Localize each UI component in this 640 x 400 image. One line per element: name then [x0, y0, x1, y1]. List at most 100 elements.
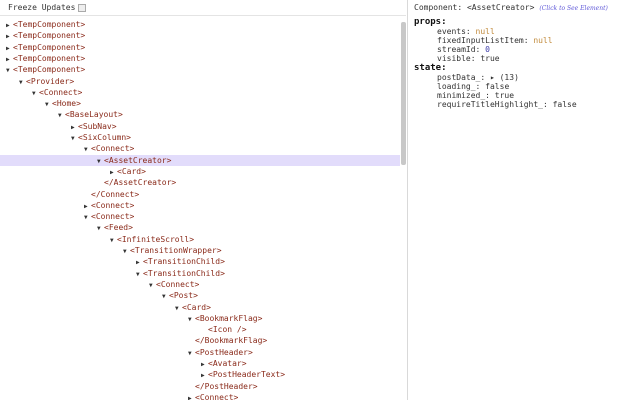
detail-entry[interactable]: postData_: ▸ (13): [437, 73, 519, 82]
tree-node[interactable]: ▶ <TempComponent>: [0, 53, 400, 64]
detail-header: Component: <AssetCreator> (Click to See E…: [414, 3, 608, 12]
tree-node-tag: <Provider>: [26, 76, 75, 86]
detail-panel: Component: <AssetCreator> (Click to See E…: [414, 0, 634, 400]
see-element-link[interactable]: (Click to See Element): [539, 5, 607, 12]
entry-key: requireTitleHighlight_:: [437, 100, 553, 109]
tree-node-tag: <Connect>: [91, 144, 135, 154]
component-prefix: Component:: [414, 3, 467, 12]
entry-value: true: [494, 91, 515, 100]
tree-node[interactable]: ▼ <TransitionWrapper>: [0, 245, 400, 256]
tree-node[interactable]: ▼ <BaseLayout>: [0, 109, 400, 120]
tree-node[interactable]: ▼ <Card>: [0, 302, 400, 313]
tree-node[interactable]: ▶ <Card>: [0, 166, 400, 177]
tree-node-tag: <Connect>: [195, 392, 239, 400]
tree-node-tag: <Icon />: [208, 325, 247, 335]
entry-value: null: [533, 36, 553, 45]
tree-node-tag: <TempComponent>: [13, 20, 86, 29]
tree-node[interactable]: ▼ <TempComponent>: [0, 64, 400, 75]
entry-value: 0: [485, 45, 490, 54]
tree-node-tag: <Connect>: [39, 87, 83, 97]
tree-node-tag: <TempComponent>: [13, 31, 86, 41]
tree-node-tag: <Avatar>: [208, 359, 247, 368]
tree-node-tag: <TransitionChild>: [143, 257, 225, 267]
tree-node-tag: <Card>: [117, 166, 146, 176]
entry-key: minimized_:: [437, 91, 495, 100]
tree-node-tag: <Connect>: [91, 212, 135, 222]
tree-node-tag: <Home>: [52, 99, 81, 109]
tree-node[interactable]: ▼ <Connect>: [0, 87, 400, 98]
entry-key: postData_:: [437, 73, 490, 82]
tree-node[interactable]: ▼ <Connect>: [0, 143, 400, 154]
tree-node[interactable]: ▼ <Connect>: [0, 211, 400, 222]
tree-node-tag: <AssetCreator>: [104, 155, 172, 165]
tree-node-tag: <TempComponent>: [13, 65, 86, 75]
panel-divider[interactable]: [407, 0, 408, 400]
tree-node[interactable]: ▼ <Post>: [0, 290, 400, 301]
entry-value: true: [480, 54, 500, 63]
entry-value: ▸ (13): [489, 73, 519, 82]
tree-node-tag: <TempComponent>: [13, 53, 86, 63]
entry-value: null: [475, 27, 495, 36]
tree-node[interactable]: ▶ <Connect>: [0, 200, 400, 211]
tree-node-tag: <Card>: [182, 302, 211, 312]
tree-node[interactable]: ▶ <PostHeaderText>: [0, 369, 400, 380]
tree-node[interactable]: ▶ <TempComponent>: [0, 30, 400, 41]
tree-node[interactable]: </PostHeader>: [0, 381, 400, 392]
tree-node[interactable]: ▼ <AssetCreator>: [0, 154, 400, 166]
entry-key: fixedInputListItem:: [437, 36, 534, 45]
tree-node-tag: <PostHeaderText>: [208, 370, 286, 380]
detail-entry[interactable]: requireTitleHighlight_: false: [437, 100, 577, 109]
detail-entry[interactable]: streamId: 0: [437, 45, 490, 54]
tree-node-tag: <BaseLayout>: [65, 110, 123, 120]
tree-node[interactable]: </BookmarkFlag>: [0, 335, 400, 346]
state-heading: state:: [414, 63, 447, 73]
detail-entry[interactable]: fixedInputListItem: null: [437, 36, 553, 45]
tree-node[interactable]: ▶ <TransitionChild>: [0, 256, 400, 267]
detail-entry[interactable]: visible: true: [437, 54, 500, 63]
tree-node[interactable]: </Connect>: [0, 189, 400, 200]
tree-node-tag: <Post>: [169, 291, 198, 301]
component-name: <AssetCreator>: [466, 3, 535, 12]
entry-value: false: [485, 82, 510, 91]
tree-node-tag: </AssetCreator>: [104, 178, 177, 188]
expand-arrow-icon[interactable]: ▶: [188, 393, 195, 400]
tree-node[interactable]: ▶ <TempComponent>: [0, 19, 400, 30]
props-heading: props:: [414, 17, 447, 27]
tree-node-tag: </Connect>: [91, 189, 140, 199]
entry-key: visible:: [437, 54, 481, 63]
tree-node-tag: </PostHeader>: [195, 381, 258, 391]
tree-node[interactable]: ▼ <TransitionChild>: [0, 268, 400, 279]
entry-key: loading_:: [437, 82, 486, 91]
tree-node[interactable]: ▼ <Connect>: [0, 279, 400, 290]
detail-entry[interactable]: events: null: [437, 27, 495, 36]
tree-node[interactable]: ▶ <SubNav>: [0, 121, 400, 132]
tree-node[interactable]: ▼ <InfiniteScroll>: [0, 234, 400, 245]
tree-node[interactable]: <Icon />: [0, 324, 400, 335]
tree-scrollbar[interactable]: [401, 22, 406, 165]
tree-node-tag: <SubNav>: [78, 121, 117, 131]
tree-node[interactable]: ▼ <Home>: [0, 98, 400, 109]
tree-node-tag: <TransitionChild>: [143, 268, 225, 278]
tree-node-tag: <InfiniteScroll>: [117, 234, 195, 244]
freeze-updates-label: Freeze Updates: [8, 3, 76, 12]
tree-node-tag: <PostHeader>: [195, 347, 253, 357]
tree-node[interactable]: ▼ <BookmarkFlag>: [0, 313, 400, 324]
entry-key: events:: [437, 27, 476, 36]
tree-node[interactable]: ▶ <Avatar>: [0, 358, 400, 369]
tree-node-tag: <BookmarkFlag>: [195, 313, 263, 323]
entry-value: false: [552, 100, 577, 109]
detail-entry[interactable]: loading_: false: [437, 82, 509, 91]
tree-node-tag: <Feed>: [104, 223, 133, 233]
tree-node[interactable]: ▶ <Connect>: [0, 392, 400, 400]
tree-node[interactable]: </AssetCreator>: [0, 177, 400, 188]
tree-node[interactable]: ▼ <SixColumn>: [0, 132, 400, 143]
tree-node[interactable]: ▶ <TempComponent>: [0, 42, 400, 53]
tree-node[interactable]: ▼ <Provider>: [0, 76, 400, 87]
entry-key: streamId:: [437, 45, 486, 54]
tree-node[interactable]: ▼ <PostHeader>: [0, 347, 400, 358]
freeze-updates-checkbox[interactable]: [78, 3, 87, 12]
tree-node-tag: </BookmarkFlag>: [195, 336, 268, 346]
tree-node-tag: <Connect>: [156, 279, 200, 289]
detail-entry[interactable]: minimized_: true: [437, 91, 514, 100]
tree-node[interactable]: ▼ <Feed>: [0, 222, 400, 233]
